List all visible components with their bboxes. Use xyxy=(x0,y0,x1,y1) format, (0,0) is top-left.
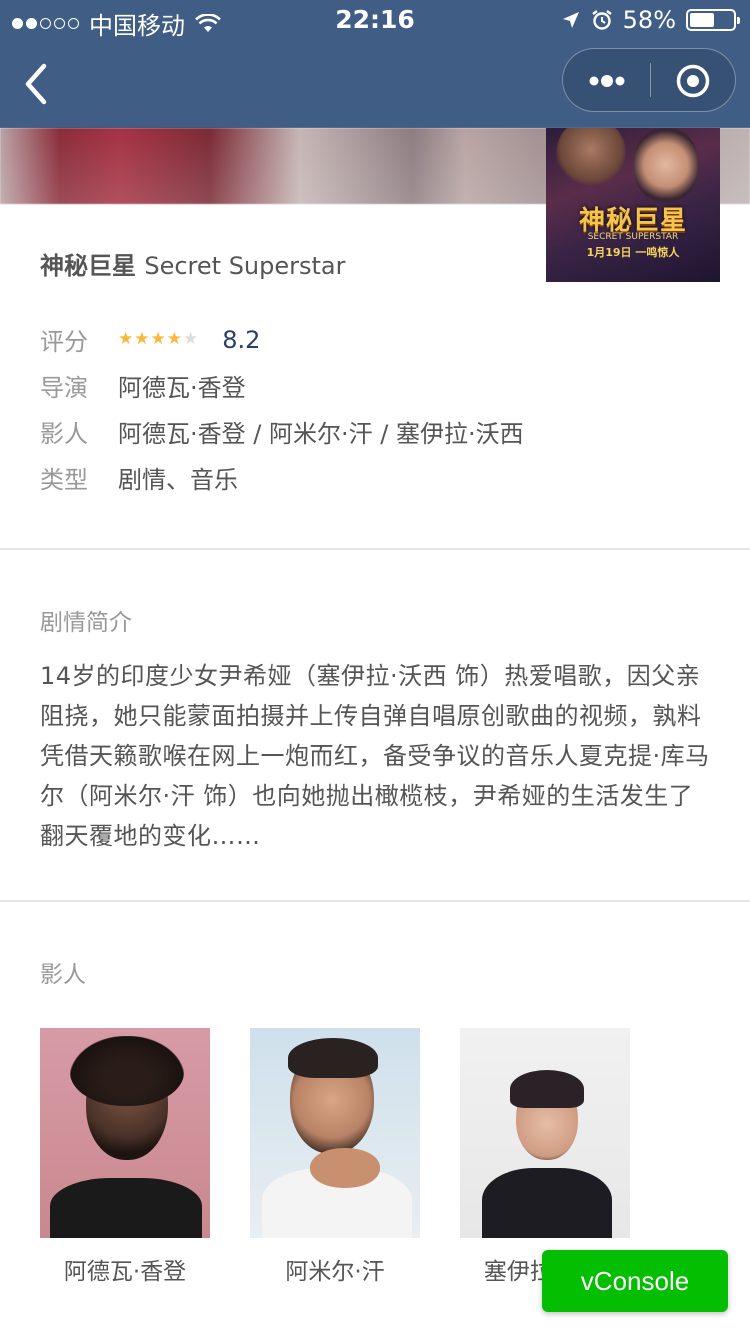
rating-label: 评分 xyxy=(40,328,88,356)
chevron-left-icon xyxy=(25,63,47,105)
poster-figure-right xyxy=(634,128,698,202)
cast-card[interactable]: 阿米尔·汗 xyxy=(250,1028,420,1286)
more-button[interactable] xyxy=(563,49,650,111)
star-filled-icon: ★ xyxy=(118,329,134,349)
synopsis-text: 14岁的印度少女尹希娅（塞伊拉·沃西 饰）热爱唱歌，因父亲阻挠，她只能蒙面拍摄并… xyxy=(40,662,710,850)
poster-date: 1月19日 一鸣惊人 xyxy=(586,246,680,259)
cast-name: 阿米尔·汗 xyxy=(285,1259,385,1285)
genre-row: 类型 剧情、音乐 xyxy=(40,460,238,495)
status-bar: 中国移动 22:16 58% xyxy=(0,0,750,40)
rating-row: 评分 ★ ★ ★ ★ ★ 8.2 xyxy=(40,322,260,357)
status-right: 58% xyxy=(561,6,740,34)
cast-heading: 影人 xyxy=(40,962,86,988)
synopsis-heading: 剧情简介 xyxy=(40,610,132,636)
back-button[interactable] xyxy=(18,60,58,108)
cast-row: 影人 阿德瓦·香登 / 阿米尔·汗 / 塞伊拉·沃西 xyxy=(40,414,524,449)
rating-stars: ★ ★ ★ ★ ★ xyxy=(118,331,198,348)
rating-score: 8.2 xyxy=(222,325,261,354)
battery-percent: 58% xyxy=(622,6,676,34)
cast-photo xyxy=(40,1028,210,1238)
cast-name: 阿德瓦·香登 xyxy=(63,1259,187,1285)
star-filled-icon: ★ xyxy=(150,329,166,349)
close-miniprogram-button[interactable] xyxy=(651,49,737,111)
cast-card[interactable]: 阿德瓦·香登 xyxy=(40,1028,210,1286)
section-divider xyxy=(0,548,750,550)
alarm-clock-icon xyxy=(591,10,612,30)
miniprogram-capsule xyxy=(562,48,736,112)
star-filled-icon: ★ xyxy=(134,329,150,349)
director-label: 导演 xyxy=(40,374,88,402)
poster-subtitle: SECRET SUPERSTAR xyxy=(587,232,679,242)
genre-label: 类型 xyxy=(40,466,88,494)
location-arrow-icon xyxy=(562,12,579,28)
cast-label: 影人 xyxy=(40,420,88,448)
battery-icon xyxy=(686,9,740,31)
movie-poster[interactable]: 神秘巨星 SECRET SUPERSTAR 1月19日 一鸣惊人 xyxy=(546,128,720,282)
section-divider xyxy=(0,900,750,902)
director-value: 阿德瓦·香登 xyxy=(118,374,246,402)
cast-value: 阿德瓦·香登 / 阿米尔·汗 / 塞伊拉·沃西 xyxy=(118,420,524,448)
battery-fill xyxy=(690,13,715,27)
target-close-icon xyxy=(676,64,710,98)
more-dots-icon xyxy=(589,75,625,87)
navigation-bar xyxy=(0,40,750,128)
genre-value: 剧情、音乐 xyxy=(118,466,238,494)
cast-photo xyxy=(250,1028,420,1238)
movie-title-en: Secret Superstar xyxy=(144,252,346,280)
cast-photo xyxy=(460,1028,630,1238)
cast-card[interactable]: 塞伊拉·沃西 xyxy=(460,1028,630,1286)
director-row: 导演 阿德瓦·香登 xyxy=(40,368,246,403)
movie-title: 神秘巨星 Secret Superstar xyxy=(40,246,346,281)
star-filled-icon: ★ xyxy=(166,329,182,349)
vconsole-button[interactable]: vConsole xyxy=(542,1250,728,1312)
star-empty-icon: ★ xyxy=(183,329,199,349)
movie-title-cn: 神秘巨星 xyxy=(40,252,136,280)
poster-figure-left xyxy=(556,128,626,188)
